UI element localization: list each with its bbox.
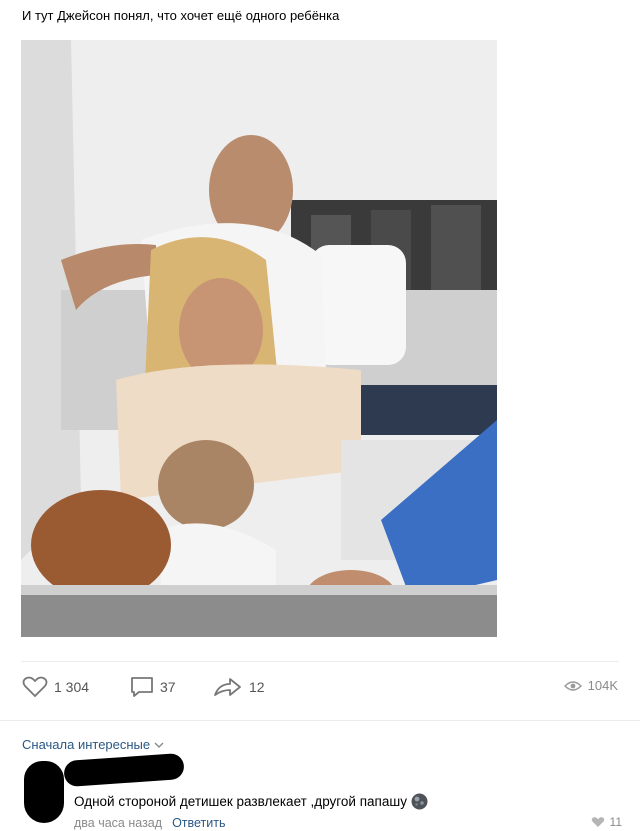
comments-sort-dropdown[interactable]: Сначала интересные: [22, 737, 164, 752]
views-count: 104K: [587, 678, 618, 693]
comment-author-name[interactable]: [63, 752, 185, 788]
sort-label: Сначала интересные: [22, 737, 151, 752]
post-text: И тут Джейсон понял, что хочет ещё одног…: [22, 8, 340, 23]
heart-icon: [22, 676, 48, 698]
views-counter: 104K: [563, 678, 618, 693]
post-photo[interactable]: [21, 40, 497, 637]
eye-icon: [563, 680, 582, 691]
comment-time[interactable]: два часа назад: [74, 816, 162, 830]
avatar[interactable]: [24, 761, 64, 823]
comment-icon: [131, 677, 153, 697]
comment-text-row: Одной стороной детишек развлекает ,друго…: [74, 793, 428, 810]
comment-text: Одной стороной детишек развлекает ,друго…: [74, 794, 407, 809]
share-arrow-icon: [214, 678, 241, 696]
comment-item: Одной стороной детишек развлекает ,друго…: [22, 752, 622, 831]
comments-divider: [0, 720, 640, 721]
comment-button[interactable]: 37: [130, 676, 176, 698]
reply-button[interactable]: Ответить: [172, 816, 225, 830]
chevron-down-icon: [154, 742, 164, 748]
share-button[interactable]: 12: [213, 676, 265, 698]
comment-like-button[interactable]: 11: [591, 815, 622, 829]
photo-illustration: [21, 40, 497, 637]
like-count: 1 304: [54, 679, 90, 695]
post-divider: [21, 661, 619, 662]
comment-meta: два часа назад Ответить: [74, 816, 226, 830]
share-count: 12: [249, 679, 265, 695]
emoji-icon: [411, 793, 428, 810]
like-button[interactable]: 1 304: [22, 676, 89, 698]
heart-icon: [591, 817, 604, 827]
comment-count: 37: [160, 679, 176, 695]
post-actions: 1 304 37 12 104K: [0, 668, 640, 708]
comment-like-count: 11: [609, 815, 622, 829]
